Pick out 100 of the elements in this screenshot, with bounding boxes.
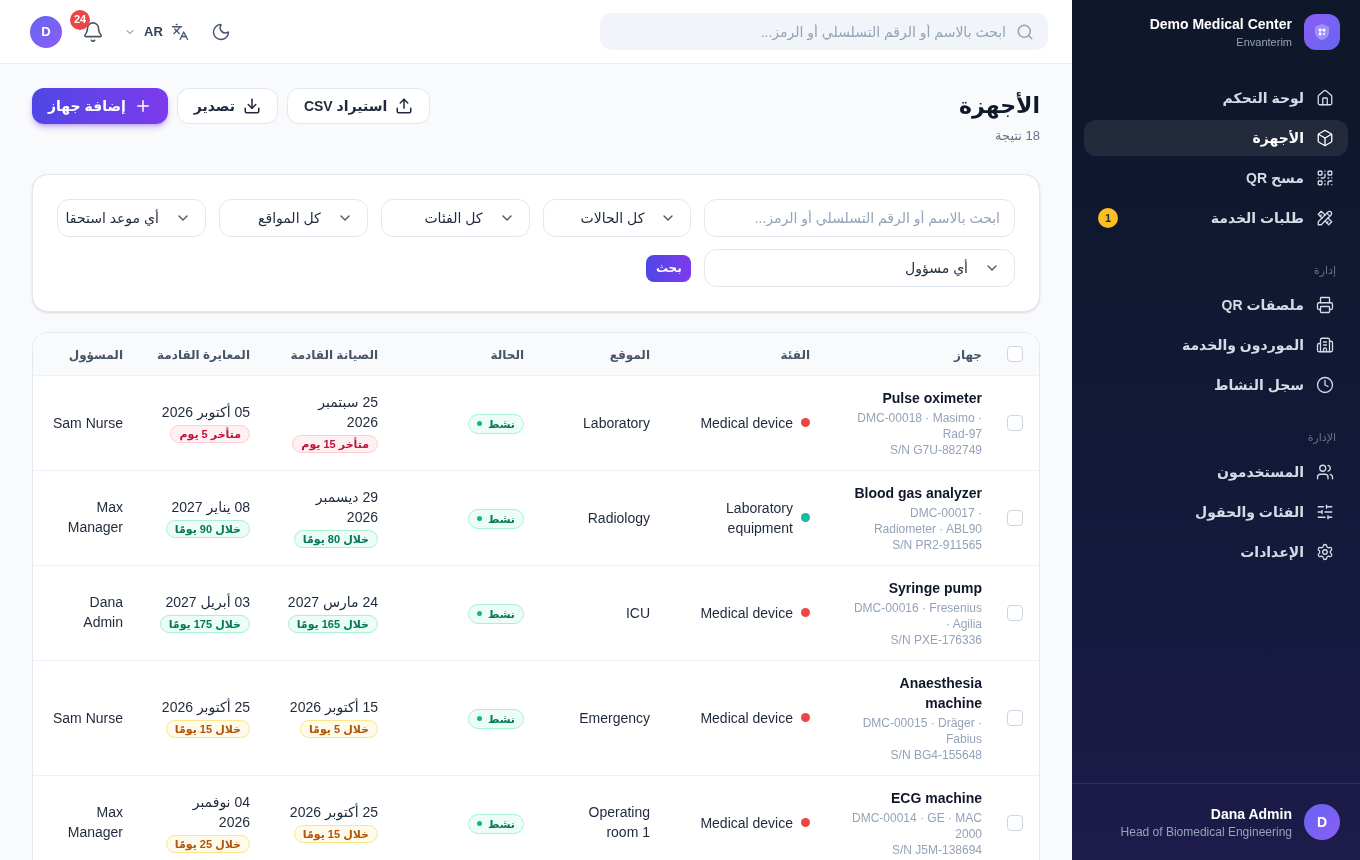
category-label: Medical device [700,813,793,833]
nav-item[interactable]: المستخدمون [1084,454,1348,490]
device-name: Blood gas analyzer [854,483,982,503]
clock-icon [1316,376,1334,394]
date-text: 15 أكتوبر 2026 [289,697,378,717]
count-badge: 1 [1098,208,1118,228]
location-text: Operating room 1 [587,802,650,842]
serial-number: S/N PXE-176336 [890,631,982,648]
users-icon [1316,463,1334,481]
date-text: 29 ديسمبر 2026 [314,488,378,527]
device-details: DMC-00015 · Dräger · Fabius [861,714,982,747]
add-device-button[interactable]: إضافة جهاز [32,88,168,124]
import-button[interactable]: استيراد CSV [286,88,431,124]
nav-item[interactable]: الإعدادات [1084,534,1348,570]
nav-item[interactable]: لوحة التحكم [1084,80,1348,116]
printer-icon [1316,296,1334,314]
brand-subtitle: Envanterim [1236,35,1292,50]
due-badge: خلال 175 يومًا [159,615,250,633]
category-label: Medical device [700,413,793,433]
filter-dropdown[interactable]: أي موعد استحقا [57,199,206,237]
category-label: Laboratory equipment [725,498,793,538]
due-badge: خلال 90 يومًا [165,520,250,538]
nav-item[interactable]: الموردون والخدمة [1084,327,1348,363]
tools-icon [1316,209,1334,227]
row-checkbox[interactable] [1007,604,1023,621]
status-label: نشط [487,606,515,622]
due-badge: متأخر 15 يوم [292,435,378,453]
language-switcher[interactable]: AR [124,21,189,42]
user-avatar[interactable]: D [30,15,62,48]
device-details: DMC-00018 · Masimo · Rad-97 [856,409,982,442]
select-all-checkbox[interactable] [1007,345,1023,362]
owner-name: Max Manager [66,802,123,842]
section-heading: الإدارة [1307,430,1336,445]
serial-number: S/N J5M-138694 [891,841,982,858]
filter-dropdown[interactable]: أي مسؤول [704,249,1015,287]
status-label: نشط [487,416,515,432]
user-name: Dana Admin [1210,805,1292,824]
settings-icon [1316,543,1334,561]
date-text: 05 أكتوبر 2026 [161,402,250,422]
due-badge: متأخر 5 يوم [170,425,250,443]
location-text: Laboratory [583,413,650,433]
due-badge: خلال 15 يومًا [165,720,250,738]
download-icon [242,97,261,115]
row-checkbox[interactable] [1007,414,1023,431]
user-avatar[interactable]: D [1304,804,1340,840]
device-details: DMC-00014 · GE · MAC 2000 [850,809,982,842]
column-header: المعايرة القادمة [157,347,250,362]
nav-item[interactable]: ملصقات QR [1084,287,1348,323]
filter-dropdown[interactable]: كل المواقع [218,199,368,237]
device-name: ECG machine [890,788,982,808]
search-button[interactable]: بحث [646,254,692,282]
owner-name: Sam Nurse [52,413,123,433]
date-text: 25 أكتوبر 2026 [161,697,250,717]
filter-dropdown[interactable]: كل الحالات [542,199,692,237]
result-count: 18 نتيجة [995,127,1040,145]
section-heading: إدارة [1313,263,1336,278]
date-text: 25 سبتمبر 2026 [316,393,378,432]
device-name: Anaesthesia machine [898,673,982,713]
category-label: Medical device [700,708,793,728]
location-text: ICU [625,603,650,623]
nav-item[interactable]: الفئات والحقول [1084,494,1348,530]
cube-icon [1316,129,1334,147]
serial-number: S/N G7U-882749 [889,441,982,458]
date-text: 04 نوفمبر 2026 [191,793,250,832]
device-name: Pulse oximeter [882,388,982,408]
due-badge: خلال 15 يومًا [293,825,378,843]
column-header: الفئة [780,347,810,362]
filter-dropdown[interactable]: كل الفئات [380,199,530,237]
app-logo-icon [1304,14,1340,50]
column-header: المسؤول [68,347,123,362]
nav-item[interactable]: الأجهزة [1084,120,1348,156]
due-badge: خلال 80 يومًا [293,530,378,548]
sliders-icon [1316,503,1334,521]
serial-number: S/N PR2-911565 [892,536,982,553]
notification-count: 24 [70,9,91,30]
date-text: 24 مارس 2027 [287,593,378,612]
translate-icon [170,22,189,41]
device-details: DMC-00016 · Fresenius · Agilia [852,599,982,632]
location-text: Emergency [579,708,650,728]
row-checkbox[interactable] [1007,709,1023,726]
device-name: Syringe pump [888,578,982,598]
qr-code-icon [1316,169,1334,187]
status-label: نشط [487,511,515,527]
date-text: 08 يناير 2027 [171,498,250,517]
page-title: الأجهزة [959,91,1040,121]
row-checkbox[interactable] [1007,509,1023,526]
nav-item[interactable]: مسح QR [1084,160,1348,196]
search-icon [1016,22,1034,41]
location-text: Radiology [587,508,650,528]
nav-item[interactable]: سجل النشاط [1084,367,1348,403]
column-header: الموقع [609,347,650,362]
owner-name: Max Manager [66,497,123,537]
export-button[interactable]: تصدير [176,88,278,124]
column-header: الحالة [490,347,524,362]
status-label: نشط [487,711,515,727]
date-text: 03 أبريل 2027 [165,592,250,612]
row-checkbox[interactable] [1007,814,1023,831]
due-badge: خلال 5 يومًا [299,720,378,738]
home-icon [1316,89,1334,107]
column-header: جهاز [954,347,982,362]
